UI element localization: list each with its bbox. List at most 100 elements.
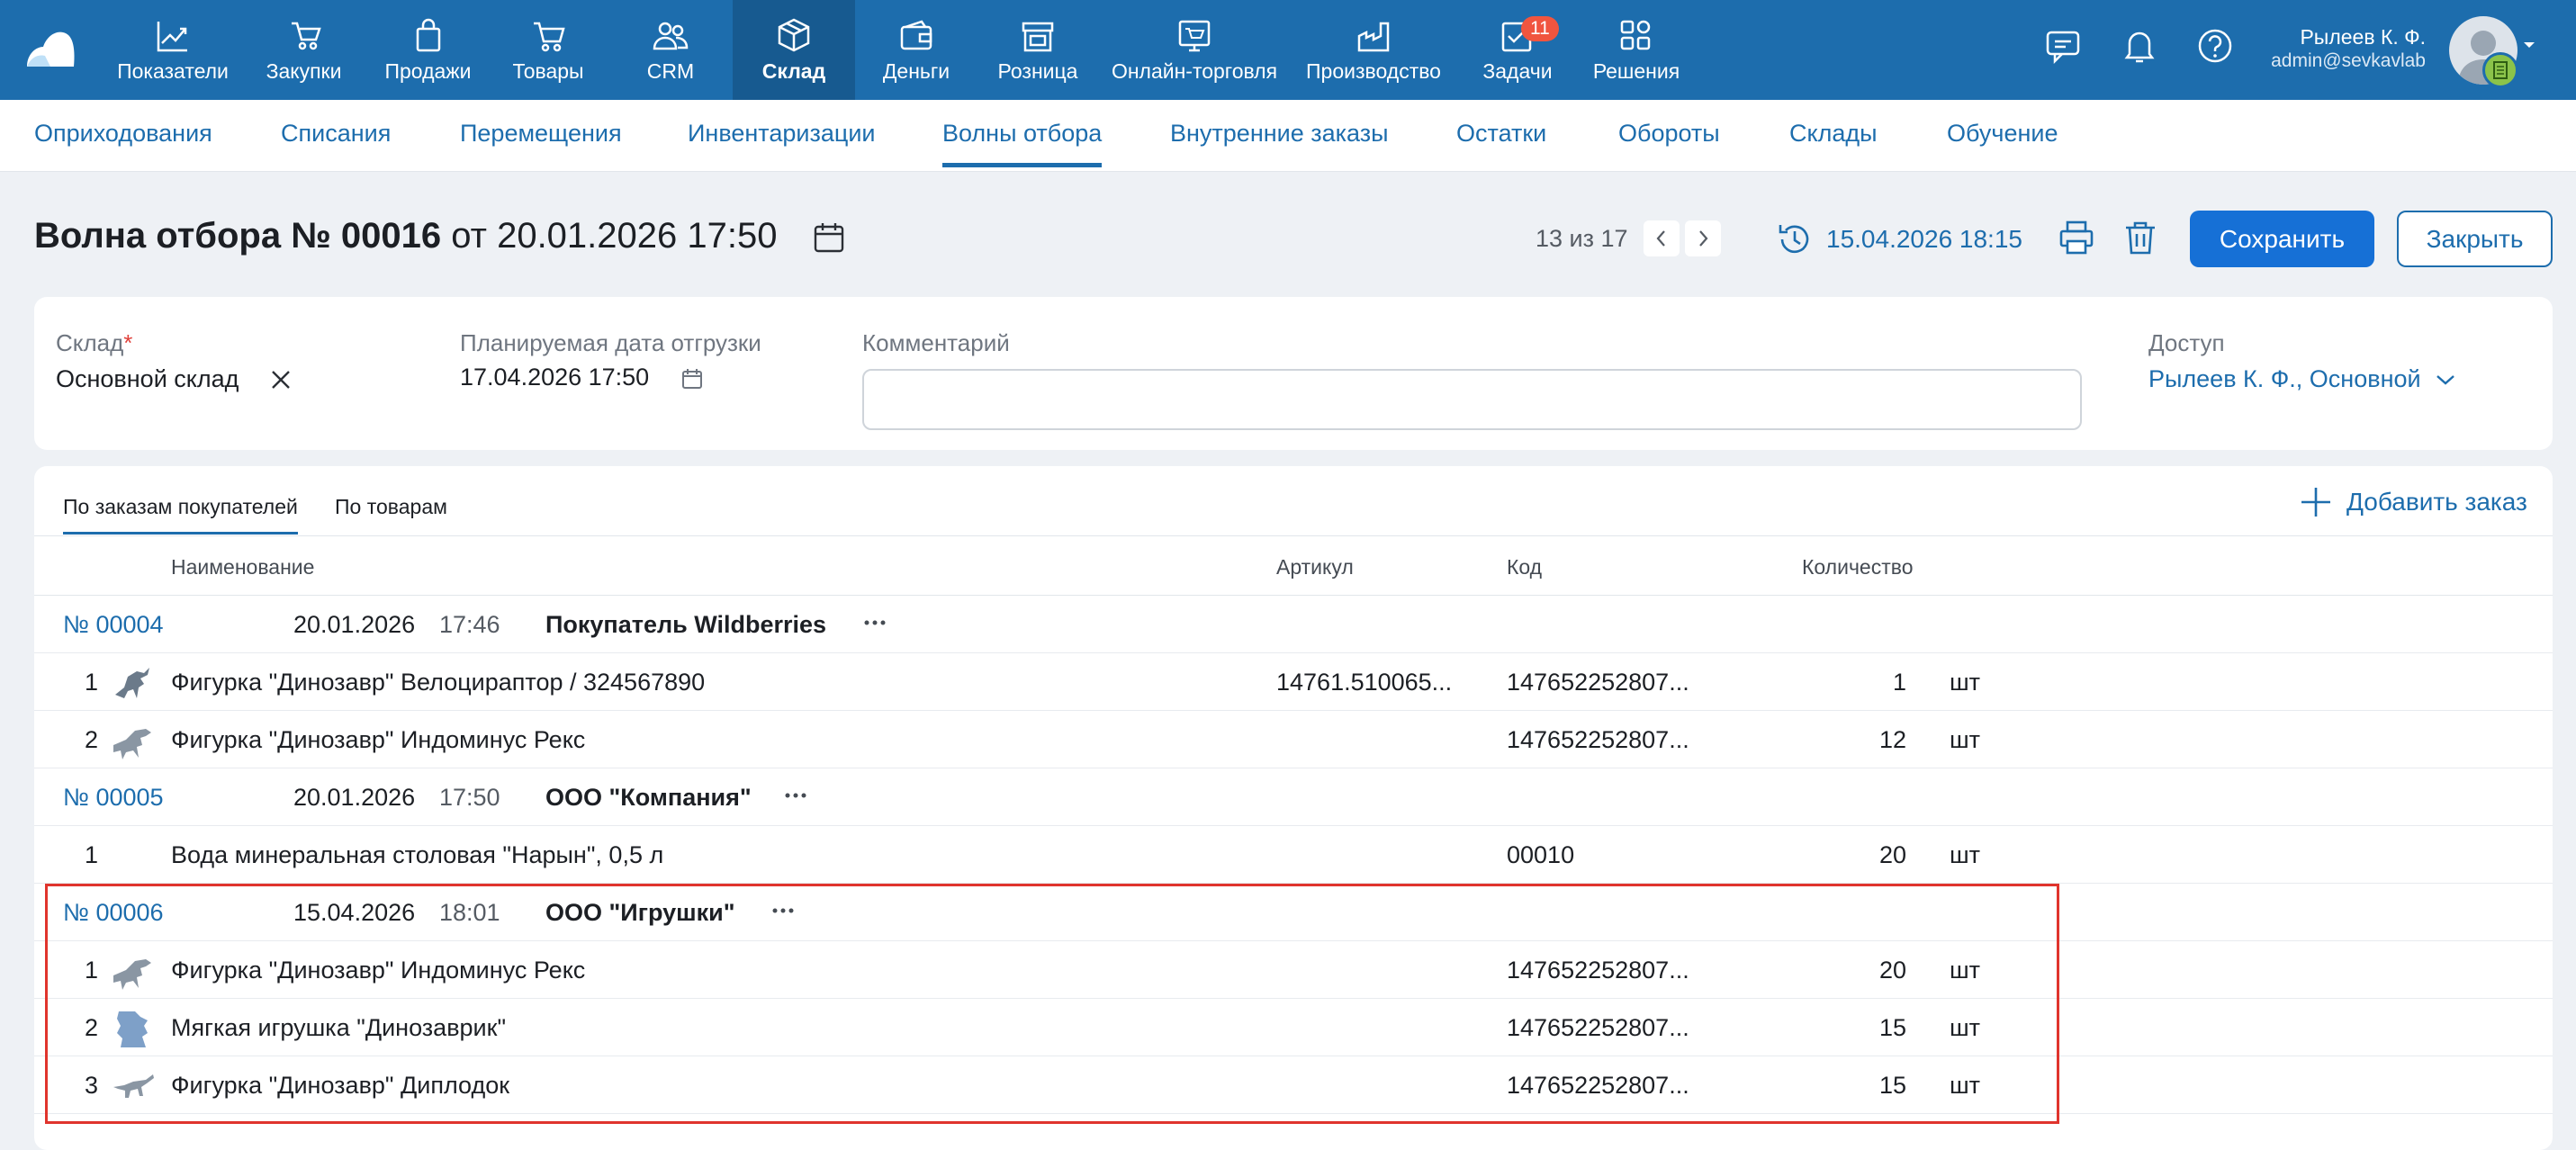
nav-item-solutions[interactable]: Решения <box>1586 0 1687 100</box>
tab-by-products[interactable]: По товарам <box>335 495 447 519</box>
next-button[interactable] <box>1685 220 1721 256</box>
document-title: Волна отбора № 00016 <box>34 216 442 256</box>
comment-label: Комментарий <box>862 329 1010 356</box>
avatar-status-badge <box>2482 52 2518 88</box>
nav-item-sales[interactable]: Продажи <box>376 0 480 100</box>
box-icon <box>778 18 810 52</box>
item-code: 147652252807... <box>1507 726 1689 753</box>
subnav-item-warehouses[interactable]: Склады <box>1789 120 1878 148</box>
nav-item-label: Задачи <box>1482 59 1553 83</box>
calendar-small-icon[interactable] <box>680 367 704 391</box>
access-select[interactable]: Рылеев К. Ф., Основной <box>2148 365 2456 393</box>
order-group-row: № 00005 20.01.2026 17:50 ООО "Компания" <box>34 768 2553 826</box>
chevron-down-icon <box>2436 375 2454 385</box>
table-divider <box>34 535 2553 536</box>
nav-item-label: Показатели <box>117 59 229 83</box>
order-buyer: Покупатель Wildberries <box>545 611 827 638</box>
chat-icon[interactable] <box>2042 25 2084 67</box>
item-sku: 14761.510065... <box>1276 669 1453 696</box>
pager-counter: 13 из 17 <box>1536 225 1628 252</box>
item-code: 00010 <box>1507 841 1575 868</box>
wallet-icon <box>900 20 932 50</box>
nav-item-crm[interactable]: CRM <box>621 0 720 100</box>
highlight-frame <box>45 884 2059 1124</box>
table-row[interactable]: 1 Вода минеральная столовая "Нарын", 0,5… <box>34 826 2553 884</box>
item-name: Вода минеральная столовая "Нарын", 0,5 л <box>171 841 664 868</box>
cart-icon <box>534 22 565 52</box>
row-number: 1 <box>85 841 99 868</box>
item-unit: шт <box>1950 669 1981 696</box>
subnav-item-learning[interactable]: Обучение <box>1947 120 2058 148</box>
chevron-left-icon <box>1656 230 1665 247</box>
grid-icon <box>1620 20 1651 50</box>
nav-item-purchases[interactable]: Закупки <box>252 0 356 100</box>
subnav-item-transfers[interactable]: Перемещения <box>460 120 622 148</box>
subnav-item-internal-orders[interactable]: Внутренние заказы <box>1170 120 1389 148</box>
warehouse-label: Склад* <box>56 329 132 357</box>
user-email: admin@sevkavlab <box>2271 50 2426 71</box>
nav-item-label: Онлайн-торговля <box>1111 59 1278 83</box>
chevron-down-icon[interactable] <box>2522 40 2536 50</box>
nav-item-tasks[interactable]: Задачи 11 <box>1467 0 1568 100</box>
add-order-button[interactable]: Добавить заказ <box>2298 484 2527 520</box>
nav-item-goods[interactable]: Товары <box>499 0 598 100</box>
nav-item-label: Розница <box>997 59 1078 83</box>
order-number-link[interactable]: № 00005 <box>63 784 164 812</box>
subnav-item-stock[interactable]: Остатки <box>1456 120 1546 148</box>
subnav-item-inventories[interactable]: Инвентаризации <box>688 120 876 148</box>
clear-icon[interactable] <box>268 367 293 392</box>
column-header-sku: Артикул <box>1276 555 1354 579</box>
close-button[interactable]: Закрыть <box>2397 211 2553 267</box>
history-date[interactable]: 15.04.2026 18:15 <box>1826 225 2022 254</box>
prev-button[interactable] <box>1644 220 1680 256</box>
access-label: Доступ <box>2148 329 2225 356</box>
trash-icon[interactable] <box>2121 218 2160 257</box>
sub-navigation: Оприходования Списания Перемещения Инвен… <box>0 100 2576 172</box>
order-date: 20.01.2026 <box>293 784 416 811</box>
nav-item-production[interactable]: Производство <box>1302 0 1446 100</box>
bell-icon[interactable] <box>2119 25 2160 67</box>
app-logo[interactable] <box>23 27 77 72</box>
comment-input[interactable] <box>862 369 2082 430</box>
top-navigation: Показатели Закупки Продажи Товары CRM Ск… <box>0 0 2576 100</box>
subnav-item-receipts[interactable]: Оприходования <box>34 120 212 148</box>
order-group-row: № 00004 20.01.2026 17:46 Покупатель Wild… <box>34 596 2553 653</box>
chart-line-icon <box>157 22 187 52</box>
table-row[interactable]: 2 Фигурка "Динозавр" Индоминус Рекс 1476… <box>34 711 2553 768</box>
ship-date-input[interactable]: 17.04.2026 17:50 <box>460 364 649 391</box>
chevron-right-icon <box>1699 230 1708 247</box>
access-value: Рылеев К. Ф., Основной <box>2148 365 2421 392</box>
print-icon[interactable] <box>2057 218 2096 257</box>
subnav-item-turnover[interactable]: Обороты <box>1618 120 1720 148</box>
table-row[interactable]: 1 Фигурка "Динозавр" Велоцираптор / 3245… <box>34 653 2553 711</box>
nav-item-label: Продажи <box>384 59 472 83</box>
nav-item-label: Склад <box>761 59 826 83</box>
warehouse-select[interactable]: Основной склад <box>56 365 239 393</box>
nav-item-retail[interactable]: Розница <box>988 0 1087 100</box>
online-store-icon <box>1178 20 1211 52</box>
bag-icon <box>416 18 440 52</box>
order-number-link[interactable]: № 00004 <box>63 611 164 639</box>
nav-item-online-trade[interactable]: Онлайн-торговля <box>1109 0 1280 100</box>
order-menu-button[interactable] <box>781 781 810 810</box>
nav-item-money[interactable]: Деньги <box>864 0 968 100</box>
order-buyer: ООО "Компания" <box>545 784 752 811</box>
order-time: 17:50 <box>439 784 500 811</box>
item-unit: шт <box>1950 841 1981 868</box>
nav-item-warehouse[interactable]: Склад <box>733 0 855 100</box>
calendar-icon[interactable] <box>812 220 846 255</box>
save-button[interactable]: Сохранить <box>2190 211 2374 267</box>
order-menu-button[interactable] <box>860 608 889 637</box>
nav-item-indicators[interactable]: Показатели <box>115 0 230 100</box>
velociraptor-thumbnail <box>115 668 149 698</box>
cart-hand-icon <box>291 22 321 50</box>
document-date: от 20.01.2026 17:50 <box>441 216 778 256</box>
history-icon[interactable] <box>1775 220 1815 259</box>
more-icon <box>864 620 886 625</box>
subnav-item-write-offs[interactable]: Списания <box>281 120 391 148</box>
help-icon[interactable] <box>2194 25 2236 67</box>
subnav-item-picking-waves[interactable]: Волны отбора <box>942 120 1103 167</box>
tab-by-customer-orders[interactable]: По заказам покупателей <box>63 495 298 535</box>
warehouse-label-text: Склад <box>56 329 124 356</box>
user-name[interactable]: Рылеев К. Ф. <box>2268 25 2426 49</box>
